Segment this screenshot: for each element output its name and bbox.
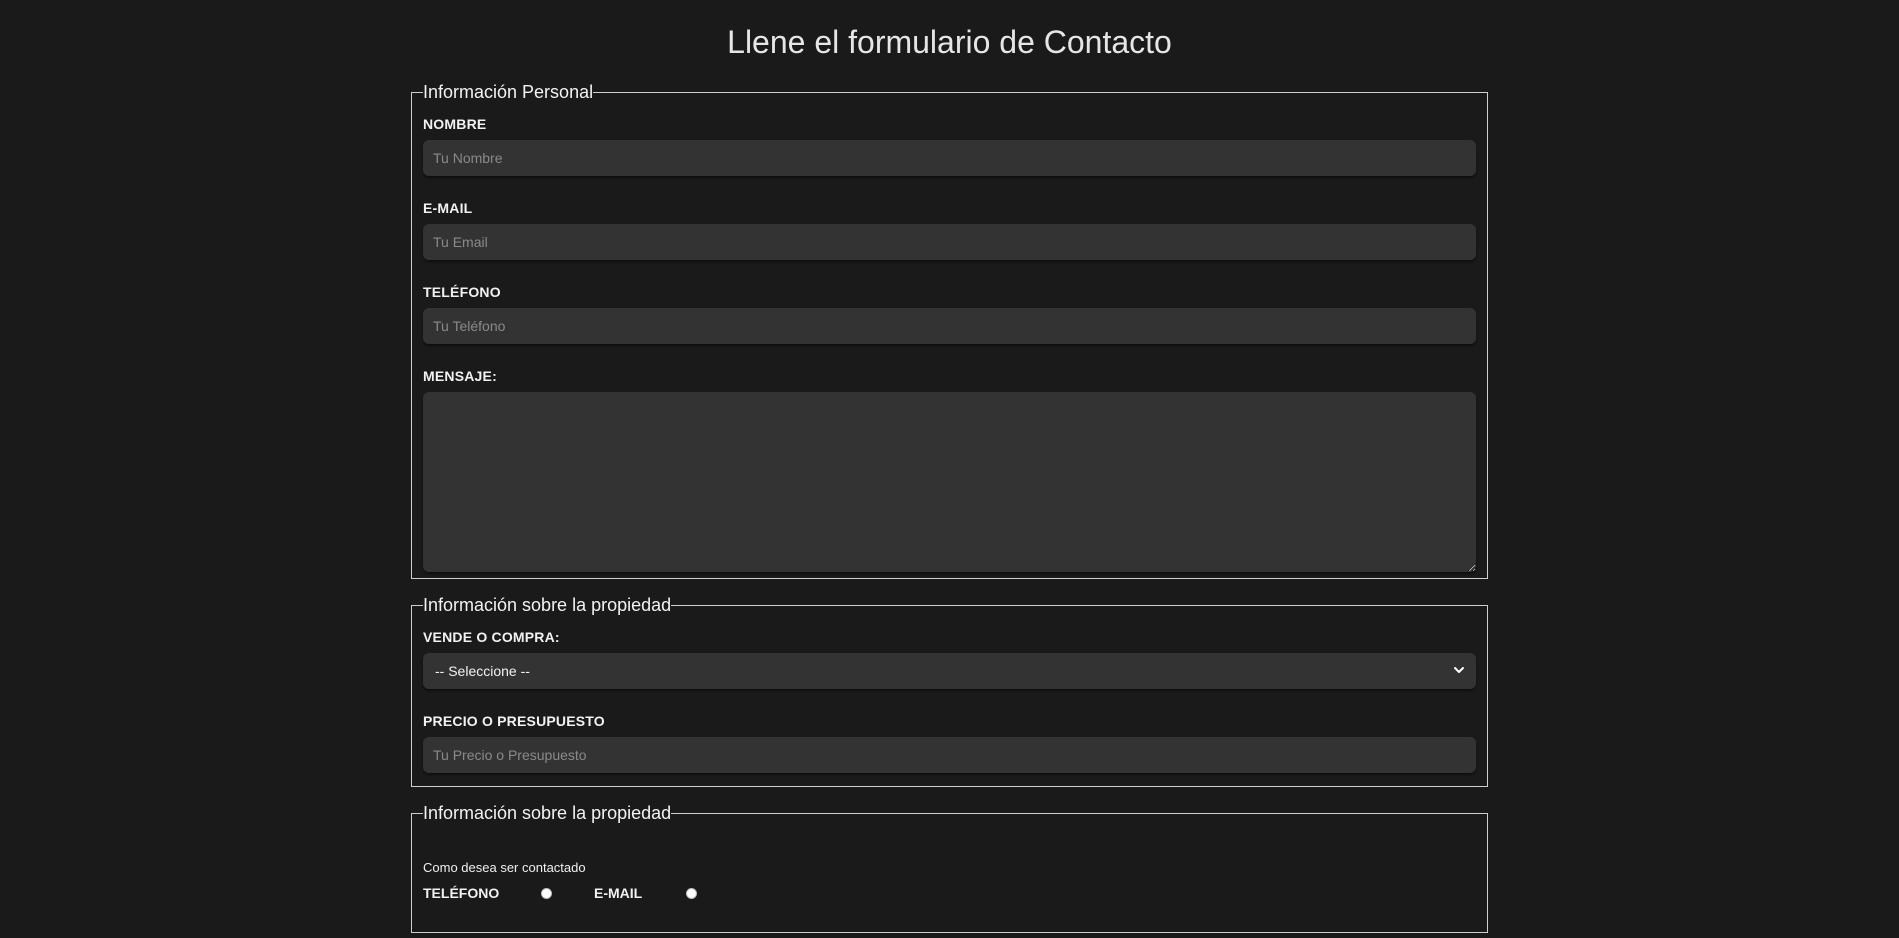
telefono-input[interactable] [423,308,1476,344]
radio-label-email: E-mail [594,885,643,901]
precio-field-group: Precio o Presupuesto [423,713,1476,773]
property-info-fieldset: Información sobre la propiedad Vende o C… [411,595,1488,787]
personal-info-fieldset: Información Personal Nombre E-mail Teléf… [411,82,1488,579]
nombre-field-group: Nombre [423,116,1476,176]
vende-compra-selected: -- Seleccione -- [435,663,530,679]
radio-label-telefono: Teléfono [423,885,500,901]
precio-input[interactable] [423,737,1476,773]
email-field-group: E-mail [423,200,1476,260]
page-title: Llene el formulario de Contacto [727,24,1172,60]
vende-compra-field-group: Vende o Compra: -- Seleccione -- [423,629,1476,689]
contact-form: Información Personal Nombre E-mail Teléf… [411,82,1488,933]
contact-preference-prompt: Como desea ser contactado [423,860,586,875]
chevron-down-icon [1454,667,1464,673]
property-info-legend: Información sobre la propiedad [423,595,672,615]
mensaje-textarea[interactable] [423,392,1476,572]
email-label: E-mail [423,200,473,216]
contact-preference-legend: Información sobre la propiedad [423,803,672,823]
telefono-field-group: Teléfono [423,284,1476,344]
precio-label: Precio o Presupuesto [423,713,605,729]
nombre-input[interactable] [423,140,1476,176]
mensaje-label: Mensaje: [423,368,497,384]
radio-telefono[interactable] [541,887,552,899]
email-input[interactable] [423,224,1476,260]
nombre-label: Nombre [423,116,487,132]
personal-info-legend: Información Personal [423,82,594,102]
vende-compra-select[interactable]: -- Seleccione -- [423,653,1476,689]
radio-email[interactable] [686,887,697,899]
contact-preference-fieldset: Información sobre la propiedad Como dese… [411,803,1488,933]
mensaje-field-group: Mensaje: [423,368,1476,572]
contact-preference-options: Teléfono E-mail [423,885,1476,901]
telefono-label: Teléfono [423,284,501,300]
vende-compra-label: Vende o Compra: [423,629,560,645]
